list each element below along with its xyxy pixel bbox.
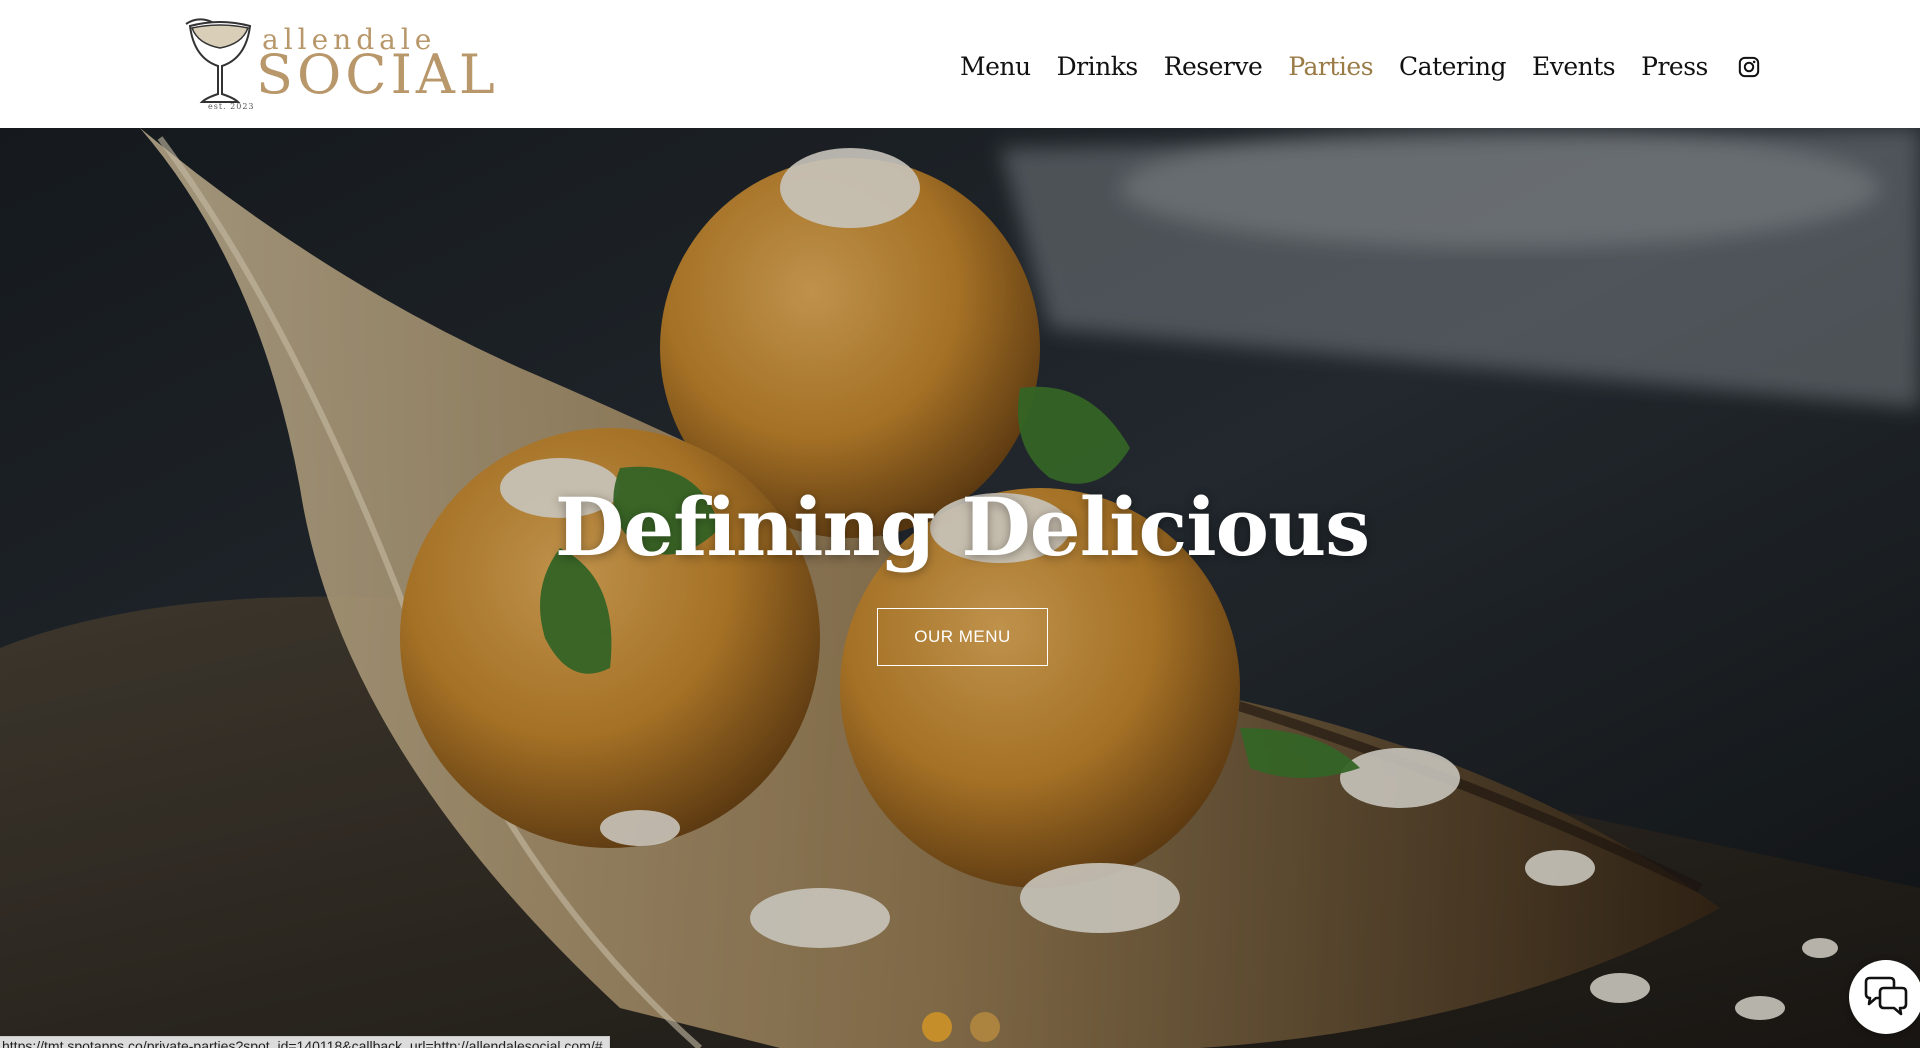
logo-wordmark-big: SOCIAL xyxy=(256,43,499,106)
logo-established: est. 2023 xyxy=(208,102,255,111)
main-nav: Menu Drinks Reserve Parties Catering Eve… xyxy=(960,46,1760,88)
site-logo[interactable]: allendale SOCIAL est. 2023 xyxy=(184,14,495,114)
nav-item-menu[interactable]: Menu xyxy=(960,46,1031,88)
hero-overlay xyxy=(0,128,1920,1048)
nav-item-catering[interactable]: Catering xyxy=(1399,46,1506,88)
our-menu-button[interactable]: OUR MENU xyxy=(877,608,1048,666)
hero-title: Defining Delicious xyxy=(554,480,1370,574)
nav-item-parties[interactable]: Parties xyxy=(1288,46,1373,88)
champagne-glass-icon xyxy=(185,18,252,103)
nav-item-reserve[interactable]: Reserve xyxy=(1164,46,1263,88)
slider-dot-2[interactable] xyxy=(970,1012,1000,1042)
chat-bubbles-icon xyxy=(1864,976,1908,1016)
nav-item-events[interactable]: Events xyxy=(1532,46,1616,88)
nav-item-press[interactable]: Press xyxy=(1641,46,1708,88)
slider-pagination xyxy=(922,1012,1000,1042)
instagram-icon[interactable] xyxy=(1738,56,1760,78)
chat-button[interactable] xyxy=(1849,960,1920,1034)
nav-item-drinks[interactable]: Drinks xyxy=(1057,46,1139,88)
slider-dot-1[interactable] xyxy=(922,1012,952,1042)
link-status-bar: https://tmt.spotapps.co/private-parties?… xyxy=(0,1036,610,1048)
hero-slider: Defining Delicious OUR MENU xyxy=(0,128,1920,1048)
site-header: allendale SOCIAL est. 2023 Menu Drinks R… xyxy=(0,0,1920,128)
